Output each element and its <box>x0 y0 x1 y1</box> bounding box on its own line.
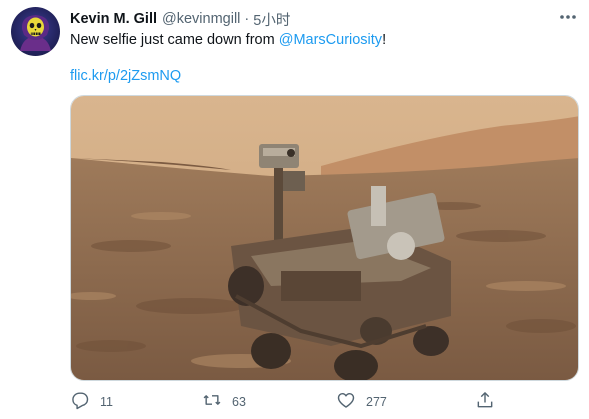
retweet-count: 63 <box>232 395 246 409</box>
like-count: 277 <box>366 395 387 409</box>
like-button[interactable]: 277 <box>336 390 387 414</box>
tweet-text: New selfie just came down from @MarsCuri… <box>70 30 386 50</box>
reply-button[interactable]: 11 <box>70 390 113 414</box>
tweet-text-prefix: New selfie just came down from <box>70 32 279 48</box>
mars-rover-selfie-image <box>71 96 578 380</box>
avatar[interactable] <box>11 7 60 56</box>
author-display-name[interactable]: Kevin M. Gill <box>70 11 157 27</box>
skeletor-avatar-image <box>20 15 51 51</box>
reply-icon <box>70 390 90 415</box>
mention-link[interactable]: @MarsCuriosity <box>279 32 382 48</box>
more-icon[interactable] <box>556 8 580 26</box>
separator-dot: · <box>244 11 250 27</box>
tweet-media-image[interactable] <box>70 95 579 381</box>
heart-icon <box>336 390 356 415</box>
tweet-actions: 11 63 277 <box>70 390 510 414</box>
retweet-button[interactable]: 63 <box>202 390 246 414</box>
retweet-icon <box>202 390 222 415</box>
author-handle[interactable]: @kevinmgill <box>162 11 240 27</box>
tweet-timestamp[interactable]: 5小时 <box>253 9 290 30</box>
share-button[interactable] <box>475 390 495 414</box>
tweet-link[interactable]: flic.kr/p/2jZsmNQ <box>70 66 181 86</box>
share-icon <box>475 390 495 415</box>
tweet-text-suffix: ! <box>382 32 387 48</box>
reply-count: 11 <box>100 395 113 409</box>
tweet-header: Kevin M. Gill @kevinmgill · 5小时 <box>70 9 290 29</box>
tweet-card[interactable]: Kevin M. Gill @kevinmgill · 5小时 New self… <box>0 0 589 419</box>
